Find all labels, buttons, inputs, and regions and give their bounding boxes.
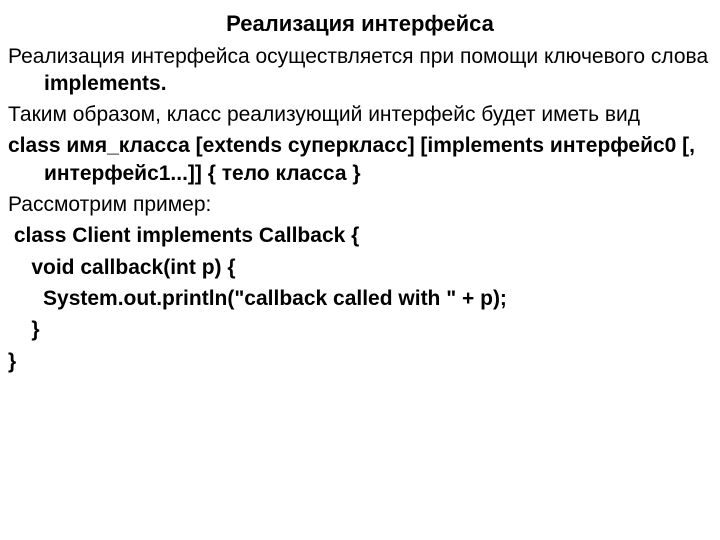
code-line-5: } [8,348,712,375]
code-line-4: } [8,316,712,343]
slide-body: Реализация интерфейса Реализация интерфе… [0,0,720,375]
slide-title: Реализация интерфейса [8,10,712,39]
syntax-line: class имя_класса [extends суперкласс] [i… [8,132,712,187]
syntax-text: class имя_класса [extends суперкласс] [i… [8,134,695,184]
paragraph-1: Реализация интерфейса осуществляется при… [8,43,712,98]
code-line-2: void callback(int p) { [8,254,712,281]
paragraph-1-text: Реализация интерфейса осуществляется при… [8,45,708,68]
code-line-1: class Client implements Callback { [8,222,712,249]
paragraph-3: Рассмотрим пример: [8,191,712,218]
paragraph-2-text: Таким образом, класс реализующий интерфе… [8,103,640,126]
code-line-3: System.out.println("callback called with… [8,285,712,312]
paragraph-2: Таким образом, класс реализующий интерфе… [8,101,712,128]
paragraph-3-text: Рассмотрим пример: [8,193,211,216]
keyword-implements: implements. [44,72,167,95]
